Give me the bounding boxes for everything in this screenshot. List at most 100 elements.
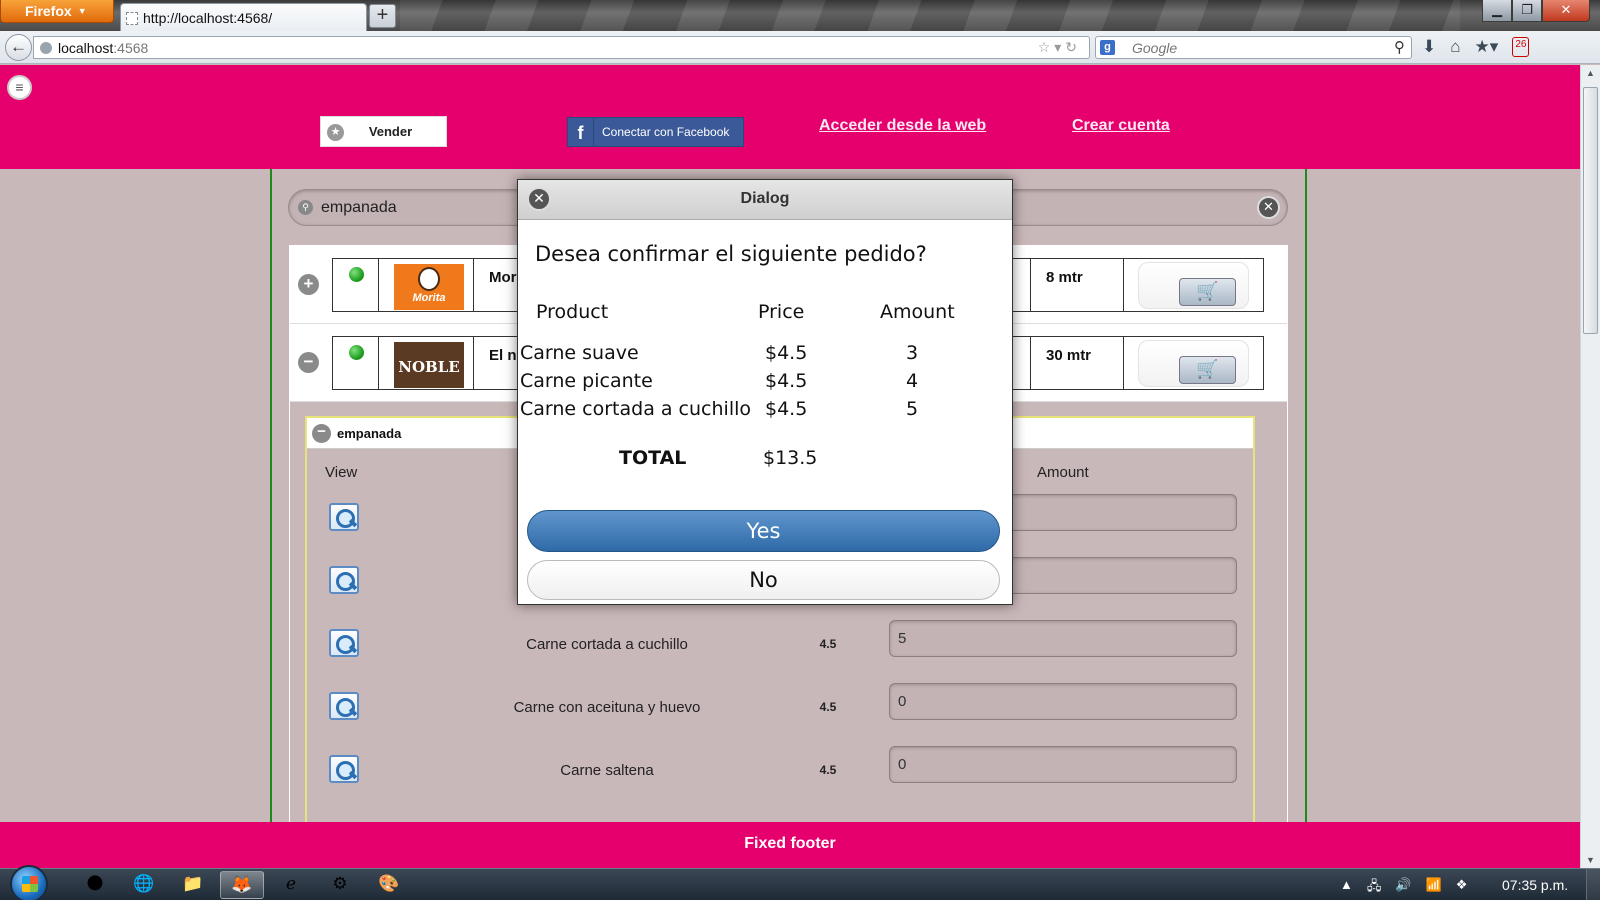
scroll-up-icon[interactable]: ▲: [1586, 68, 1595, 78]
web-search-box[interactable]: g Google ⚲: [1095, 36, 1412, 59]
chrome-app-icon[interactable]: 🌐: [122, 871, 166, 899]
menu-icon[interactable]: ≡: [7, 75, 32, 100]
tray-expand-icon[interactable]: ▲: [1340, 877, 1353, 899]
taskbar-clock[interactable]: 07:35 p.m.: [1502, 877, 1568, 893]
scroll-down-icon[interactable]: ▼: [1586, 855, 1595, 865]
close-window-button[interactable]: ✕: [1542, 0, 1590, 22]
show-desktop-button[interactable]: [1586, 869, 1600, 900]
url-port: :4568: [113, 40, 149, 56]
plus-icon[interactable]: +: [298, 274, 319, 295]
url-bar[interactable]: localhost:4568 ☆▾↻: [33, 36, 1090, 59]
product-row: Carne saltena 4.5 0: [307, 746, 1253, 809]
facebook-connect-button[interactable]: f Conectar con Facebook: [567, 117, 744, 147]
cart-button[interactable]: 🛒: [1138, 262, 1249, 309]
product-name: Carne cortada a cuchillo: [526, 636, 688, 653]
logo-face-icon: [418, 267, 440, 291]
column-header-amount: Amount: [1037, 464, 1089, 481]
navigation-bar: ← localhost:4568 ☆▾↻ g Google ⚲ ⬇ ⌂ ★▾ 2…: [0, 31, 1600, 64]
url-host: localhost: [58, 40, 114, 56]
site-identity-icon[interactable]: [40, 42, 52, 54]
browser-tab[interactable]: http://localhost:4568/: [120, 3, 367, 31]
download-icon[interactable]: ⬇: [1422, 37, 1436, 57]
dialog-question: Desea confirmar el siguiente pedido?: [535, 242, 927, 266]
zoom-icon[interactable]: [329, 692, 359, 720]
addon-badge[interactable]: 26: [1512, 37, 1530, 57]
cart-cell: 🛒: [1123, 336, 1264, 390]
window-titlebar: Firefox ▼ http://localhost:4568/ + ▁ ❐ ✕: [0, 0, 1600, 31]
toolbar-icons: ⬇ ⌂ ★▾ 26: [1422, 37, 1530, 57]
ie-app-icon[interactable]: ℯ: [269, 871, 313, 899]
firefox-menu-button[interactable]: Firefox ▼: [0, 0, 114, 23]
network-icon[interactable]: 🖧: [1367, 877, 1382, 899]
google-engine-icon[interactable]: g: [1100, 40, 1115, 55]
amount-input[interactable]: 0: [889, 746, 1237, 783]
cart-button[interactable]: 🛒: [1138, 340, 1249, 387]
product-row: Carne cortada a cuchillo 4.5 5: [307, 620, 1253, 683]
create-account-link[interactable]: Crear cuenta: [1072, 117, 1170, 135]
dialog-body: Desea confirmar el siguiente pedido? Pro…: [518, 221, 1012, 491]
home-icon[interactable]: ⌂: [1450, 37, 1460, 57]
dialog-title: Dialog: [740, 190, 790, 207]
store-logo-cell: NOBLE: [378, 336, 474, 390]
minus-icon[interactable]: −: [312, 424, 331, 443]
store-logo-cell: Morita: [378, 258, 474, 312]
zoom-icon[interactable]: [329, 755, 359, 783]
no-button[interactable]: No: [527, 560, 1000, 600]
search-icon: ⚲: [298, 200, 313, 215]
signal-icon[interactable]: 📶: [1426, 877, 1442, 899]
cart-cell: 🛒: [1123, 258, 1264, 312]
store-logo: Morita: [394, 264, 464, 310]
star-icon: ★: [327, 124, 344, 141]
minus-icon[interactable]: −: [298, 352, 319, 373]
yes-button[interactable]: Yes: [527, 510, 1000, 552]
zoom-icon[interactable]: [329, 503, 359, 531]
dialog-row-price: $4.5: [765, 370, 808, 392]
window-controls: ▁ ❐ ✕: [1482, 0, 1590, 22]
dialog-row-amount: 3: [906, 342, 919, 364]
close-icon[interactable]: ✕: [527, 187, 551, 211]
back-button[interactable]: ←: [5, 34, 32, 61]
page-scrollbar[interactable]: ▲ ▼: [1580, 65, 1600, 868]
dialog-row-amount: 4: [906, 370, 919, 392]
zoom-icon[interactable]: [329, 629, 359, 657]
column-header-view: View: [325, 464, 358, 481]
maximize-button[interactable]: ❐: [1512, 0, 1542, 22]
tab-title: http://localhost:4568/: [143, 10, 273, 26]
product-price: 4.5: [819, 763, 837, 777]
bookmark-star-icon[interactable]: ☆▾↻: [1038, 39, 1081, 56]
dialog-row-product: Carne picante: [520, 370, 653, 392]
dialog-header-amount: Amount: [880, 301, 955, 323]
cart-icon: 🛒: [1179, 278, 1236, 306]
new-tab-button[interactable]: +: [369, 4, 396, 28]
dropbox-icon[interactable]: ❖: [1456, 877, 1468, 899]
status-cell: [332, 336, 379, 390]
amount-input[interactable]: 5: [889, 620, 1237, 657]
settings-app-icon[interactable]: ⚙: [318, 871, 362, 899]
dialog-row-amount: 5: [906, 398, 919, 420]
explorer-app-icon[interactable]: 📁: [171, 871, 215, 899]
zoom-icon[interactable]: [329, 566, 359, 594]
store-distance: 30 mtr: [1030, 336, 1124, 390]
fixed-footer: Fixed footer: [0, 822, 1580, 868]
dialog-header-price: Price: [758, 301, 805, 323]
amount-input[interactable]: 0: [889, 683, 1237, 720]
product-name: Carne con aceituna y huevo: [513, 699, 701, 716]
dialog-row-product: Carne cortada a cuchillo: [520, 398, 751, 420]
scrollbar-thumb[interactable]: [1583, 87, 1598, 334]
web-access-link[interactable]: Acceder desde la web: [819, 117, 986, 135]
firefox-app-icon[interactable]: 🦊: [220, 871, 264, 899]
dialog-title-bar: ✕ Dialog: [518, 180, 1012, 220]
status-cell: [332, 258, 379, 312]
minimize-button[interactable]: ▁: [1482, 0, 1512, 22]
paint-app-icon[interactable]: 🎨: [367, 871, 411, 899]
start-button[interactable]: [10, 865, 48, 900]
dialog-total-value: $13.5: [763, 447, 818, 469]
vender-button[interactable]: ★ Vender: [320, 116, 447, 147]
eclipse-app-icon[interactable]: 🌑: [73, 871, 117, 899]
bookmarks-icon[interactable]: ★▾: [1475, 37, 1499, 57]
search-placeholder: Google: [1132, 40, 1178, 56]
clear-search-icon[interactable]: ✕: [1257, 196, 1280, 219]
confirm-dialog: ✕ Dialog Desea confirmar el siguiente pe…: [517, 179, 1013, 605]
volume-icon[interactable]: 🔊: [1395, 877, 1411, 899]
search-icon[interactable]: ⚲: [1394, 38, 1405, 56]
